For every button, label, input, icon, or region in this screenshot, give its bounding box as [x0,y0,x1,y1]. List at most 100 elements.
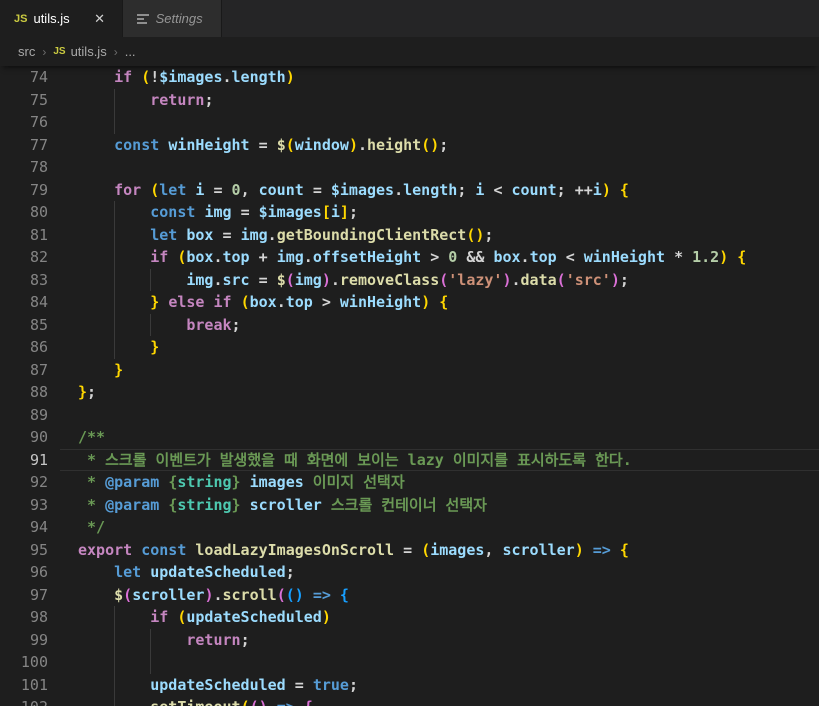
code-line[interactable]: 95export const loadLazyImagesOnScroll = … [0,539,819,562]
code-token: ] [340,203,349,221]
line-number[interactable]: 80 [0,201,48,224]
code-line[interactable]: 76 [0,111,819,134]
line-number[interactable]: 77 [0,134,48,157]
line-number[interactable]: 100 [0,651,48,674]
code-line[interactable]: 102 setTimeout(() => { [0,696,819,706]
code-token: $images [159,68,222,86]
code-token: . [213,271,222,289]
breadcrumb-item-[interactable]: ... [125,44,136,59]
code-line[interactable]: 81 let box = img.getBoundingClientRect()… [0,224,819,247]
line-number[interactable]: 74 [0,66,48,89]
code-line[interactable]: 88}; [0,381,819,404]
code-line[interactable]: 80 const img = $images[i]; [0,201,819,224]
line-number[interactable]: 98 [0,606,48,629]
code-token: * 스크롤 이벤트가 발생했을 때 화면에 보이는 lazy 이미지를 표시하도… [78,451,632,469]
indent-guide-icon [114,201,115,224]
line-number[interactable]: 99 [0,629,48,652]
code-token: const [150,203,204,221]
code-line[interactable]: 79 for (let i = 0, count = $images.lengt… [0,179,819,202]
code-token: . [277,293,286,311]
code-line[interactable]: 98 if (updateScheduled) [0,606,819,629]
line-number[interactable]: 97 [0,584,48,607]
code-line[interactable]: 97 $(scroller).scroll(() => { [0,584,819,607]
line-number[interactable]: 94 [0,516,48,539]
code-line[interactable]: 75 return; [0,89,819,112]
code-line[interactable]: 82 if (box.top + img.offsetHeight > 0 &&… [0,246,819,269]
code-token: } [78,338,159,356]
code-line[interactable]: 78 [0,156,819,179]
code-line[interactable]: 85 break; [0,314,819,337]
indent-guide-icon [150,651,151,674]
tab-utilsjs[interactable]: JSutils.js✕ [0,0,123,37]
code-token: $images [259,203,322,221]
code-token: > [430,248,448,266]
code-line[interactable]: 83 img.src = $(img).removeClass('lazy').… [0,269,819,292]
code-token: 스크롤 컨테이너 선택자 [322,496,487,514]
code-line[interactable]: 91 * 스크롤 이벤트가 발생했을 때 화면에 보이는 lazy 이미지를 표… [0,449,819,472]
line-number[interactable]: 81 [0,224,48,247]
line-number[interactable]: 96 [0,561,48,584]
code-token: length [403,181,457,199]
line-number[interactable]: 78 [0,156,48,179]
line-number[interactable]: 76 [0,111,48,134]
code-token: string [177,473,231,491]
code-line[interactable]: 92 * @param {string} images 이미지 선택자 [0,471,819,494]
code-line[interactable]: 77 const winHeight = $(window).height(); [0,134,819,157]
line-number[interactable]: 86 [0,336,48,359]
code-line[interactable]: 74 if (!$images.length) [0,66,819,89]
code-line[interactable]: 93 * @param {string} scroller 스크롤 컨테이너 선… [0,494,819,517]
code-line[interactable]: 101 updateScheduled = true; [0,674,819,697]
code-token: } [78,383,87,401]
line-number[interactable]: 90 [0,426,48,449]
code-line[interactable]: 90/** [0,426,819,449]
line-number[interactable]: 83 [0,269,48,292]
code-token: ) [286,68,295,86]
breadcrumb-item-utilsjs[interactable]: JSutils.js [53,44,106,59]
code-text: }; [78,383,96,401]
code-token: box [186,226,222,244]
code-line[interactable]: 99 return; [0,629,819,652]
code-token: } [232,496,250,514]
line-number[interactable]: 91 [0,449,48,472]
indent-guide-icon [114,314,115,337]
code-token: ( [123,586,132,604]
breadcrumb: src›JSutils.js›... [0,37,819,66]
code-token: => [593,541,620,559]
line-number[interactable]: 85 [0,314,48,337]
code-token: const [141,541,195,559]
code-token: ; [439,136,448,154]
code-line[interactable]: 100 [0,651,819,674]
line-number[interactable]: 92 [0,471,48,494]
code-text: */ [78,518,105,536]
code-token: */ [78,518,105,536]
code-token: $ [277,136,286,154]
settings-icon-bar [137,22,147,24]
tab-settings[interactable]: Settings [123,0,222,37]
code-token: = [403,541,421,559]
line-number[interactable]: 102 [0,696,48,706]
code-line[interactable]: 86 } [0,336,819,359]
line-number[interactable]: 101 [0,674,48,697]
line-number[interactable]: 93 [0,494,48,517]
line-number[interactable]: 79 [0,179,48,202]
code-line[interactable]: 87 } [0,359,819,382]
code-text: } else if (box.top > winHeight) { [78,293,448,311]
line-number[interactable]: 95 [0,539,48,562]
breadcrumb-item-src[interactable]: src [18,44,35,59]
code-token: ( [241,698,250,706]
code-line[interactable]: 84 } else if (box.top > winHeight) { [0,291,819,314]
line-number[interactable]: 88 [0,381,48,404]
code-token: ) [322,271,331,289]
line-number[interactable]: 82 [0,246,48,269]
code-line[interactable]: 96 let updateScheduled; [0,561,819,584]
line-number[interactable]: 89 [0,404,48,427]
line-number[interactable]: 87 [0,359,48,382]
editor[interactable]: 74 if (!$images.length)75 return;7677 co… [0,66,819,706]
line-number[interactable]: 75 [0,89,48,112]
code-line[interactable]: 94 */ [0,516,819,539]
code-token: ! [150,68,159,86]
code-line[interactable]: 89 [0,404,819,427]
close-icon[interactable]: ✕ [90,9,110,29]
line-number[interactable]: 84 [0,291,48,314]
code-text: if (updateScheduled) [78,608,331,626]
